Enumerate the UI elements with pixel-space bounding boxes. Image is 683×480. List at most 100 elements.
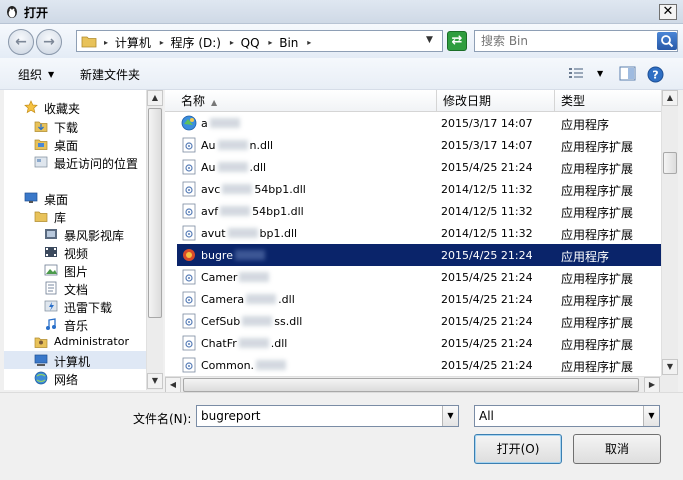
scroll-up-icon[interactable]: ▲ [147, 90, 163, 106]
scroll-left-icon[interactable]: ◀ [165, 377, 181, 393]
navigation-pane[interactable]: 收藏夹 下载 桌面 最近访问的位置 桌面 库 暴风影视库 视频 图片 文档 迅雷… [4, 90, 146, 390]
file-row[interactable]: bugre 2015/4/25 21:24 应用程序 [177, 244, 661, 266]
file-name-start: Au [201, 161, 216, 174]
sidebar-item-libraries[interactable]: 库 [4, 207, 146, 225]
scroll-up-icon[interactable]: ▲ [662, 90, 678, 106]
file-row[interactable]: Au n.dll 2015/3/17 14:07 应用程序扩展 [177, 134, 661, 156]
back-button[interactable]: ← [8, 29, 34, 55]
file-row[interactable]: Camera .dll 2015/4/25 21:24 应用程序扩展 [177, 288, 661, 310]
file-date: 2015/4/25 21:24 [441, 161, 533, 174]
file-row[interactable]: CefSub ss.dll 2015/4/25 21:24 应用程序扩展 [177, 310, 661, 332]
address-bar[interactable]: ▸ 计算机 ▸ 程序 (D:) ▸ QQ ▸ Bin ▸ ▼ [76, 30, 443, 52]
filename-label: 文件名(N): [133, 412, 192, 426]
chevron-right-icon[interactable]: ▸ [160, 38, 164, 47]
file-name-end: .dll [278, 293, 295, 306]
scroll-right-icon[interactable]: ▶ [644, 377, 660, 393]
file-date: 2015/4/25 21:24 [441, 249, 533, 262]
filename-input[interactable]: bugreport [201, 409, 261, 423]
sidebar-item-recent-places[interactable]: 最近访问的位置 [4, 153, 146, 171]
file-type: 应用程序扩展 [561, 184, 634, 198]
search-input[interactable] [481, 33, 651, 49]
chevron-right-icon[interactable]: ▸ [268, 38, 272, 47]
sidebar-item-thunder-downloads[interactable]: 迅雷下载 [4, 297, 146, 315]
file-row[interactable]: avut bp1.dll 2014/12/5 11:32 应用程序扩展 [177, 222, 661, 244]
qq-penguin-icon [7, 6, 17, 18]
dll-icon [182, 159, 196, 175]
redacted-mask [246, 294, 277, 304]
refresh-button[interactable]: ⇄ [447, 31, 467, 51]
file-type: 应用程序 [561, 250, 610, 264]
sidebar-item-documents[interactable]: 文档 [4, 279, 146, 297]
dll-icon [182, 357, 196, 373]
file-row[interactable]: avf 54bp1.dll 2014/12/5 11:32 应用程序扩展 [177, 200, 661, 222]
sidebar-item-network[interactable]: 网络 [4, 369, 146, 387]
close-button[interactable]: ✕ [659, 4, 677, 20]
file-row[interactable]: Au .dll 2015/4/25 21:24 应用程序扩展 [177, 156, 661, 178]
column-name[interactable]: 名称 ▲ [175, 90, 437, 112]
column-date[interactable]: 修改日期 [437, 90, 555, 112]
filename-combo[interactable]: bugreport ▼ [196, 405, 459, 427]
file-row[interactable]: Camer 2015/4/25 21:24 应用程序扩展 [177, 266, 661, 288]
file-list-hscrollbar[interactable]: ◀ ▶ [165, 376, 661, 393]
file-list-scroll-thumb[interactable] [663, 152, 677, 174]
chevron-right-icon[interactable]: ▸ [230, 38, 234, 47]
breadcrumb-bin[interactable]: Bin [279, 36, 298, 50]
file-row[interactable]: Common. 2015/4/25 21:24 应用程序扩展 [177, 354, 661, 376]
music-icon [46, 318, 56, 330]
sidebar-item-desktop-fav[interactable]: 桌面 [4, 135, 146, 153]
search-button[interactable] [657, 32, 677, 50]
file-list-hscroll-thumb[interactable] [183, 378, 639, 392]
sidebar-item-label: 图片 [64, 265, 89, 279]
file-row[interactable]: a 2015/3/17 14:07 应用程序 [177, 112, 661, 134]
breadcrumb-qq[interactable]: QQ [241, 36, 260, 50]
scroll-down-icon[interactable]: ▼ [147, 373, 163, 389]
file-list-scrollbar[interactable]: ▲ ▼ [661, 90, 678, 376]
file-name: Au .dll [201, 161, 266, 174]
help-icon[interactable]: ? [647, 66, 664, 83]
sidebar-item-label: 迅雷下载 [64, 301, 113, 315]
file-type: 应用程序扩展 [561, 228, 634, 242]
navigation-scroll-thumb[interactable] [148, 108, 162, 318]
cancel-button[interactable]: 取消 [573, 434, 661, 464]
sidebar-item-videos[interactable]: 视频 [4, 243, 146, 261]
chevron-right-icon[interactable]: ▸ [307, 38, 311, 47]
preview-pane-icon[interactable] [619, 66, 636, 81]
pictures-icon [44, 264, 58, 276]
window-title: 打开 [24, 6, 49, 20]
sidebar-item-music[interactable]: 音乐 [4, 315, 146, 333]
file-row[interactable]: avc 54bp1.dll 2014/12/5 11:32 应用程序扩展 [177, 178, 661, 200]
forward-button[interactable]: → [36, 29, 62, 55]
search-box[interactable] [474, 30, 678, 52]
sidebar-item-pictures[interactable]: 图片 [4, 261, 146, 279]
sidebar-item-desktop[interactable]: 桌面 [4, 189, 146, 207]
chevron-down-icon[interactable]: ▼ [643, 406, 659, 426]
file-list[interactable]: 名称 ▲ 修改日期 类型 a 2015/3/17 14:07 应用程序 Au n.dll 2… [165, 90, 661, 376]
file-name-start: Camera [201, 293, 245, 306]
new-folder-button[interactable]: 新建文件夹 [80, 66, 140, 83]
open-button[interactable]: 打开(O) [474, 434, 562, 464]
breadcrumb-computer[interactable]: 计算机 [115, 36, 151, 50]
view-options-icon[interactable] [568, 66, 584, 80]
scroll-down-icon[interactable]: ▼ [662, 359, 678, 375]
file-row[interactable]: ChatFr .dll 2015/4/25 21:24 应用程序扩展 [177, 332, 661, 354]
sidebar-item-baofeng-library[interactable]: 暴风影视库 [4, 225, 146, 243]
filetype-select[interactable]: All ▼ [474, 405, 660, 427]
desktop-folder-icon [34, 139, 48, 150]
column-type[interactable]: 类型 [555, 90, 661, 112]
view-dropdown-icon[interactable]: ▼ [597, 69, 603, 78]
filetype-value: All [479, 409, 494, 423]
chevron-down-icon[interactable]: ▼ [442, 406, 458, 426]
sidebar-item-computer[interactable]: 计算机 [4, 351, 146, 369]
file-name: avc 54bp1.dll [201, 183, 306, 196]
file-type: 应用程序 [561, 118, 610, 132]
sidebar-item-administrator[interactable]: Administrator [4, 333, 146, 351]
sidebar-item-downloads[interactable]: 下载 [4, 117, 146, 135]
navigation-scrollbar[interactable]: ▲ ▼ [146, 90, 163, 390]
address-dropdown-icon[interactable]: ▼ [426, 35, 433, 45]
sidebar-item-label: 下载 [54, 121, 79, 135]
organize-menu[interactable]: 组织 ▼ [18, 66, 54, 83]
file-type: 应用程序扩展 [561, 360, 634, 374]
star-icon [24, 100, 38, 114]
breadcrumb-drive-d[interactable]: 程序 (D:) [171, 36, 221, 50]
sidebar-item-favorites[interactable]: 收藏夹 [4, 98, 146, 116]
